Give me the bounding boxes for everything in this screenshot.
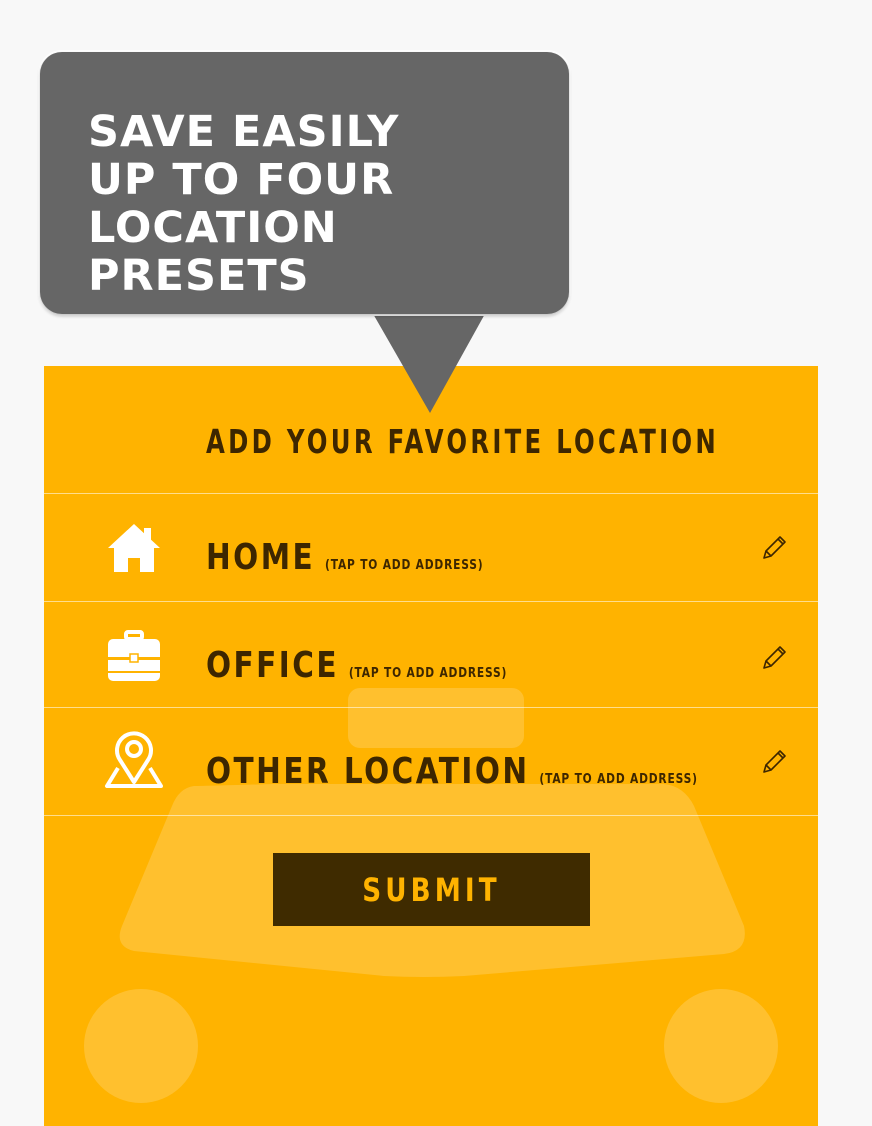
location-hint: (TAP TO ADD ADDRESS): [348, 666, 508, 681]
submit-button-label: SUBMIT: [362, 870, 501, 909]
feature-callout: SAVE EASILY UP TO FOUR LOCATION PRESETS: [40, 52, 569, 314]
pencil-icon[interactable]: [758, 532, 790, 564]
callout-line-3: LOCATION PRESETS: [88, 203, 338, 301]
home-icon: [108, 524, 160, 572]
divider: [44, 815, 818, 816]
location-hint: (TAP TO ADD ADDRESS): [539, 772, 698, 787]
location-label-other: OTHER LOCATION (TAP TO ADD ADDRESS): [206, 751, 698, 792]
location-hint: (TAP TO ADD ADDRESS): [325, 558, 484, 573]
submit-button[interactable]: SUBMIT: [273, 853, 590, 926]
callout-line-1: SAVE EASILY: [88, 107, 400, 157]
location-name: OTHER LOCATION: [206, 751, 530, 792]
callout-heading: SAVE EASILY UP TO FOUR LOCATION PRESETS: [88, 108, 569, 300]
location-label-office: OFFICE (TAP TO ADD ADDRESS): [206, 645, 507, 686]
panel-title: ADD YOUR FAVORITE LOCATION: [206, 422, 720, 461]
map-pin-icon: [105, 731, 163, 788]
location-row-office[interactable]: OFFICE (TAP TO ADD ADDRESS): [44, 602, 818, 708]
location-row-other[interactable]: OTHER LOCATION (TAP TO ADD ADDRESS): [44, 708, 818, 814]
callout-line-2: UP TO FOUR: [88, 155, 395, 205]
briefcase-icon: [108, 630, 160, 681]
favorite-location-panel: ADD YOUR FAVORITE LOCATION HOME (TAP TO A…: [44, 366, 818, 1126]
pencil-icon[interactable]: [758, 746, 790, 778]
location-label-home: HOME (TAP TO ADD ADDRESS): [206, 537, 483, 578]
location-name: OFFICE: [206, 645, 340, 686]
location-row-home[interactable]: HOME (TAP TO ADD ADDRESS): [44, 494, 818, 600]
pencil-icon[interactable]: [758, 642, 790, 674]
location-name: HOME: [206, 537, 316, 578]
